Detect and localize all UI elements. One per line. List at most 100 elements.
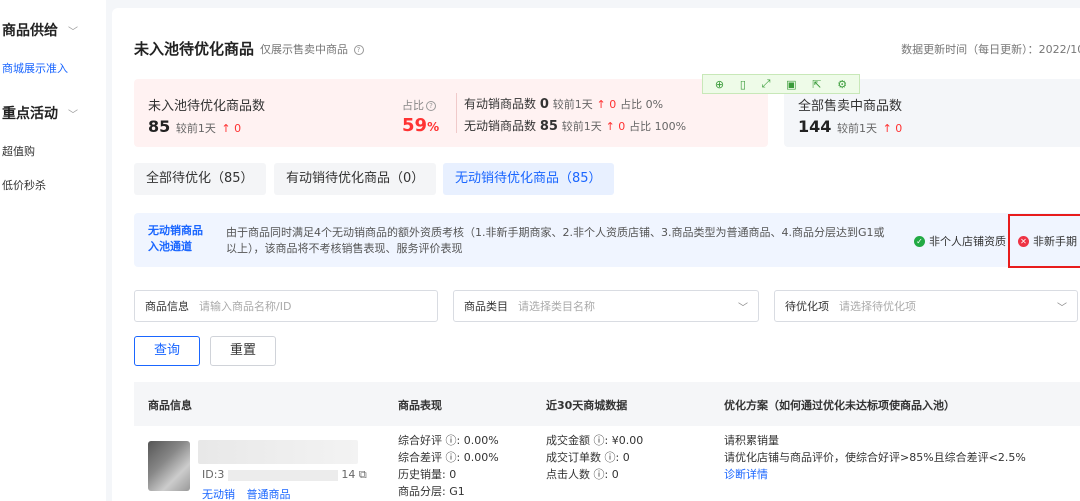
notice-banner: 无动销商品入池通道 由于商品同时满足4个无动销商品的额外资质考核（1.非新手期商… <box>134 213 1080 267</box>
product-thumbnail[interactable] <box>148 441 190 491</box>
reset-button[interactable]: 重置 <box>210 336 276 366</box>
requirement-personal-store: ✓ 非个人店铺资质 <box>914 233 1006 249</box>
help-icon[interactable]: ? <box>353 45 364 55</box>
mobile-icon[interactable]: ▯ <box>740 78 746 91</box>
stat-number: 85 <box>148 117 171 136</box>
sidebar-item-mall-access[interactable]: 商城展示准入 <box>2 60 68 76</box>
sidebar-group-label: 重点活动 <box>2 106 58 122</box>
category-select[interactable]: 商品类目 请选择类目名称 ﹀ <box>453 290 759 322</box>
optimize-item-select[interactable]: 待优化项 请选择待优化项 ﹀ <box>774 290 1078 322</box>
sidebar-item-value-buy[interactable]: 超值购 <box>2 143 35 159</box>
page-title: 未入池待优化商品 <box>134 40 255 58</box>
tag-inactive: 无动销 <box>202 488 235 501</box>
notice-tag: 无动销商品入池通道 <box>148 224 203 253</box>
mall-clicks: 点击人数 ⓘ: 0 <box>546 468 619 481</box>
perf-good-rate: 综合好评 ⓘ: 0.00% <box>398 434 499 447</box>
update-time-text: 数据更新时间（每日更新）：2022/10/15 <box>901 43 1080 56</box>
help-icon[interactable]: ? <box>426 101 436 111</box>
field-placeholder: 请选择待优化项 <box>839 300 916 313</box>
stat-label-active: 有动销商品数 <box>464 97 537 111</box>
share-icon[interactable]: ⇱ <box>812 78 821 91</box>
sidebar-group-activity[interactable]: 重点活动 ﹀ <box>2 103 78 123</box>
stat-compare: 较前1天 <box>175 122 216 135</box>
stat-ratio: 占比 0% <box>620 98 664 111</box>
stat-compare: 较前1天 <box>552 98 593 111</box>
plan-item: 请优化店铺与商品评价，使综合好评>85%且综合差评<2.5% <box>724 451 1026 464</box>
ratio-label: 占比? <box>402 97 436 113</box>
ratio-unit: % <box>427 120 440 134</box>
copy-icon[interactable]: ⧉ <box>359 468 367 481</box>
plan-item: 请积累销量 <box>724 434 779 447</box>
diagnose-detail-link[interactable]: 诊断详情 <box>724 466 1026 483</box>
stat-ratio: 占比 100% <box>629 120 687 133</box>
subtitle-text: 仅展示售卖中商品 <box>260 43 348 56</box>
product-info-input[interactable]: 商品信息 请输入商品名称/ID <box>134 290 438 322</box>
stat-compare: 较前1天 <box>836 122 877 135</box>
mall-gmv: 成交金额 ⓘ: ¥0.00 <box>546 434 644 447</box>
stat-number: 144 <box>798 117 832 136</box>
plan-cell: 请积累销量 请优化店铺与商品评价，使综合好评>85%且综合差评<2.5% 诊断详… <box>724 432 1026 483</box>
sidebar-item-flash-sale[interactable]: 低价秒杀 <box>2 177 46 193</box>
stat-delta: ↑ 0 <box>882 122 903 135</box>
mall-data-cell: 成交金额 ⓘ: ¥0.00 成交订单数 ⓘ: 0 点击人数 ⓘ: 0 <box>546 432 643 483</box>
perf-bad-rate: 综合差评 ⓘ: 0.00% <box>398 451 499 464</box>
perf-tier: 商品分层: G1 <box>398 485 465 498</box>
stat-panel-pending: 未入池待优化商品数 85 较前1天 ↑ 0 占比? 59% 有动销商品数 0 较… <box>134 79 768 147</box>
stat-label-pending: 未入池待优化商品数 <box>148 99 266 114</box>
chevron-down-icon: ﹀ <box>738 302 748 314</box>
stat-label-inactive: 无动销商品数 <box>464 119 537 133</box>
product-id: ID:3 14 ⧉ <box>202 466 367 483</box>
content-card: 未入池待优化商品 仅展示售卖中商品 ? 数据更新时间（每日更新）：2022/10… <box>112 8 1080 501</box>
th-product-info: 商品信息 <box>148 399 192 412</box>
sidebar-group-label: 商品供给 <box>2 23 58 39</box>
requirement-label: 非个人店铺资质 <box>929 235 1006 248</box>
product-name-redacted <box>198 440 358 464</box>
perf-history-sales: 历史销量: 0 <box>398 468 457 481</box>
check-circle-icon: ✓ <box>914 235 925 247</box>
field-label: 商品信息 <box>145 300 189 313</box>
stat-inactive-row: 无动销商品数 85 较前1天 ↑ 0 占比 100% <box>464 117 686 134</box>
highlight-box <box>1008 214 1080 268</box>
th-mall-data: 近30天商城数据 <box>546 399 628 412</box>
id-redacted <box>227 469 338 481</box>
divider <box>456 93 457 133</box>
product-tags: 无动销 普通商品 <box>202 486 299 501</box>
field-label: 商品类目 <box>464 300 508 313</box>
stat-delta: ↑ 0 <box>596 98 617 111</box>
th-performance: 商品表现 <box>398 399 442 412</box>
stat-active-row: 有动销商品数 0 较前1天 ↑ 0 占比 0% <box>464 95 663 112</box>
sidebar-group-supply[interactable]: 商品供给 ﹀ <box>2 20 78 40</box>
id-suffix: 14 <box>341 468 356 481</box>
floating-toolbar: ⊕ ▯ ⤢ ▣ ⇱ ⚙ <box>702 74 860 94</box>
query-button[interactable]: 查询 <box>134 336 200 366</box>
field-placeholder: 请选择类目名称 <box>518 300 595 313</box>
stat-value-pending: 85 较前1天 ↑ 0 <box>148 117 241 136</box>
stat-compare: 较前1天 <box>561 120 602 133</box>
tab-inactive-pending[interactable]: 无动销待优化商品（85） <box>443 163 614 195</box>
settings-icon[interactable]: ⚙ <box>837 78 847 91</box>
zoom-icon[interactable]: ⊕ <box>715 78 724 91</box>
stat-delta: ↑ 0 <box>605 120 626 133</box>
expand-icon[interactable]: ⤢ <box>762 77 771 91</box>
chevron-down-icon: ﹀ <box>68 109 78 121</box>
performance-cell: 综合好评 ⓘ: 0.00% 综合差评 ⓘ: 0.00% 历史销量: 0 商品分层… <box>398 432 499 500</box>
update-time: 数据更新时间（每日更新）：2022/10/15 <box>901 41 1080 57</box>
th-plan: 优化方案（如何通过优化未达标项使商品入池） <box>724 399 955 412</box>
mall-orders: 成交订单数 ⓘ: 0 <box>546 451 630 464</box>
stat-value-total: 144 较前1天 ↑ 0 <box>798 117 902 136</box>
chevron-down-icon: ﹀ <box>1057 302 1067 314</box>
table-header: 商品信息 商品表现 近30天商城数据 优化方案（如何通过优化未达标项使商品入池） <box>134 382 1080 426</box>
stat-value-active: 0 <box>539 97 549 112</box>
field-label: 待优化项 <box>785 300 829 313</box>
stat-label-total: 全部售卖中商品数 <box>798 99 903 114</box>
tab-all-pending[interactable]: 全部待优化（85） <box>134 163 266 195</box>
chevron-down-icon: ﹀ <box>68 26 78 38</box>
tag-normal: 普通商品 <box>246 488 291 501</box>
ratio-label-text: 占比 <box>402 99 424 112</box>
save-icon[interactable]: ▣ <box>786 78 796 91</box>
stat-delta: ↑ 0 <box>221 122 242 135</box>
stat-value-inactive: 85 <box>539 119 558 134</box>
ratio-value: 59% <box>402 115 439 136</box>
tab-active-pending[interactable]: 有动销待优化商品（0） <box>274 163 437 195</box>
id-prefix: ID:3 <box>202 468 225 481</box>
